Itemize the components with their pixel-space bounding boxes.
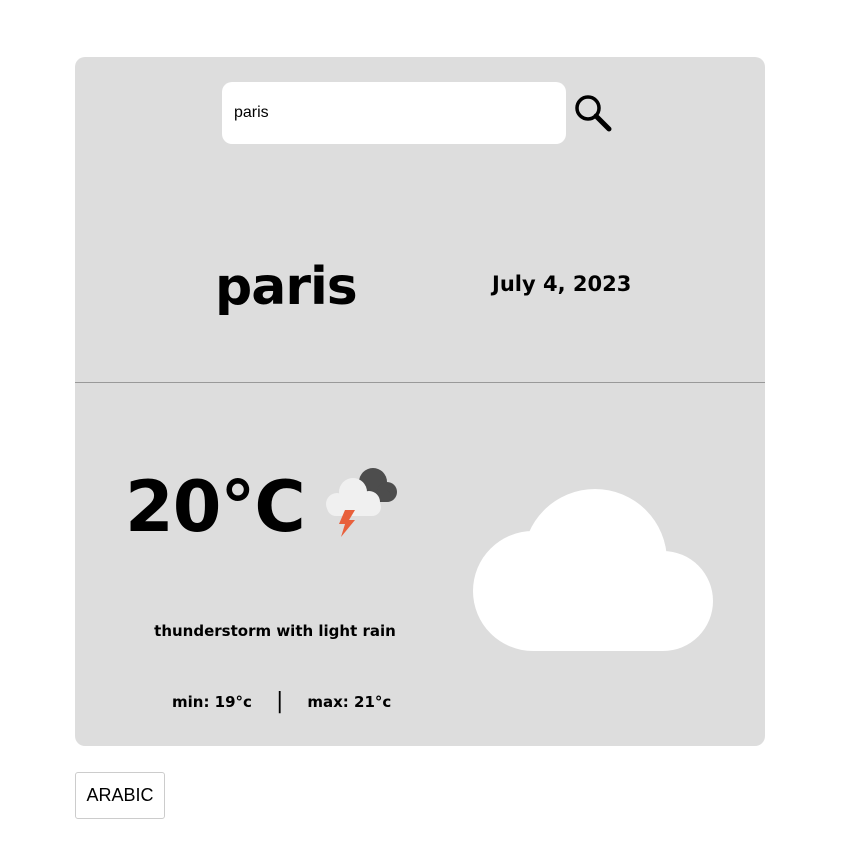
weather-description: thunderstorm with light rain [154, 622, 396, 640]
thunderstorm-icon [315, 462, 405, 537]
max-temperature: max: 21°c [307, 693, 392, 711]
language-toggle-button[interactable]: ARABIC [75, 772, 165, 819]
min-max-temperature: min: 19°c | max: 21°c [172, 689, 391, 715]
temperature: 20°C [125, 466, 306, 548]
search-bar [222, 82, 622, 144]
search-icon [575, 95, 612, 132]
search-button[interactable] [572, 92, 614, 134]
city-name: paris [215, 257, 358, 317]
section-divider [75, 382, 765, 383]
min-temperature: min: 19°c [172, 693, 252, 711]
current-date: July 4, 2023 [492, 272, 632, 296]
search-input[interactable] [222, 82, 566, 144]
min-max-separator: | [275, 689, 284, 714]
weather-card: paris July 4, 2023 20°C thunderstorm wit… [75, 57, 765, 746]
cloud-icon [473, 489, 715, 651]
